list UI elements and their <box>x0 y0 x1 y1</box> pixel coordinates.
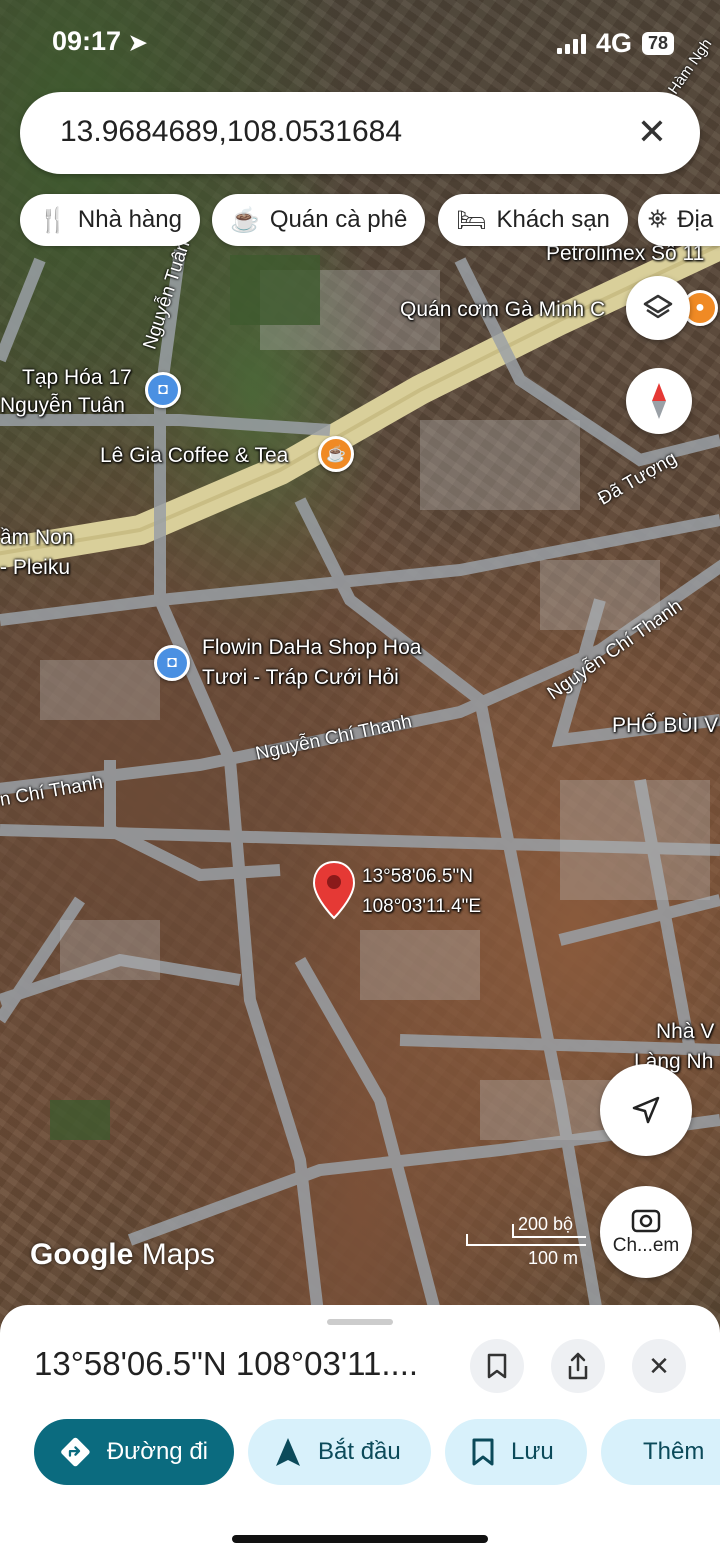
my-location-button[interactable] <box>600 1064 692 1156</box>
directions-label: Đường đi <box>106 1438 208 1465</box>
chip-hotels[interactable]: 🛏 Khách sạn <box>438 194 628 246</box>
place-title: 13°58'06.5"N 108°03'11.... <box>34 1345 419 1382</box>
layers-icon <box>643 294 673 319</box>
status-bar: 09:17 ➤ 4G 78 <box>0 0 720 80</box>
close-icon[interactable]: ✕ <box>630 110 674 154</box>
home-indicator[interactable] <box>232 1535 488 1543</box>
chip-restaurants[interactable]: 🍴 Nhà hàng <box>20 194 200 246</box>
cellular-signal-icon <box>556 33 586 54</box>
network-type: 4G <box>595 28 632 58</box>
compass-button[interactable] <box>626 368 692 434</box>
chip-label: Địa <box>677 206 714 233</box>
map-label-tap-hoa-1[interactable]: Tạp Hóa 17 <box>22 366 132 390</box>
directions-button[interactable]: Đường đi <box>34 1419 234 1485</box>
close-sheet-button[interactable]: ✕ <box>632 1339 686 1393</box>
google-maps-logo: Google Maps <box>30 1238 216 1271</box>
start-button[interactable]: Bắt đầu <box>248 1419 431 1485</box>
layers-button[interactable] <box>626 276 690 340</box>
pin-longitude-label: 108°03'11.4"E <box>362 896 482 917</box>
map-label-quan-com[interactable]: Quán cơm Gà Minh C <box>400 298 605 322</box>
map-label-tap-hoa-2[interactable]: Nguyễn Tuân <box>0 394 125 418</box>
map-label-flowin-2[interactable]: Tươi - Tráp Cưới Hỏi <box>202 666 399 690</box>
share-button[interactable] <box>551 1339 605 1393</box>
map-label-nha-v-1[interactable]: Nhà V <box>656 1020 714 1044</box>
camera-lens-icon <box>631 1209 661 1233</box>
map-label-mam-non-2[interactable]: - Pleiku <box>0 556 70 580</box>
chip-label: Quán cà phê <box>269 206 408 233</box>
shopping-bag-icon[interactable]: ◘ <box>154 645 190 681</box>
status-time: 09:17 ➤ <box>52 26 148 56</box>
bookmark-icon <box>487 1353 507 1379</box>
start-label: Bắt đầu <box>318 1438 401 1465</box>
map-label-pho-bui[interactable]: PHỐ BÙI V <box>612 714 718 738</box>
dropped-pin-icon[interactable] <box>312 860 356 922</box>
fork-knife-icon: 🍴 <box>38 206 68 234</box>
sheet-drag-handle[interactable] <box>327 1319 393 1325</box>
location-arrow-icon: ➤ <box>128 30 148 55</box>
place-bottom-sheet[interactable]: 13°58'06.5"N 108°03'11.... ✕ Đường đi Bắ… <box>0 1305 720 1557</box>
navigation-arrow-icon <box>276 1438 300 1466</box>
map-label-mam-non-1[interactable]: ầm Non <box>0 526 74 550</box>
lens-label: Ch...em <box>612 1235 680 1256</box>
shopping-bag-icon[interactable]: ◘ <box>145 372 181 408</box>
chip-attractions[interactable]: ⛯ Địa <box>638 194 720 246</box>
bed-icon: 🛏 <box>456 206 487 234</box>
battery-icon: 78 <box>641 32 674 55</box>
status-indicators: 4G 78 <box>556 28 674 59</box>
map-scale: 200 bộ 100 m <box>466 1214 586 1270</box>
scale-meters: 100 m <box>528 1248 579 1268</box>
coffee-cup-icon[interactable]: ☕ <box>318 436 354 472</box>
chip-label: Khách sạn <box>496 206 610 233</box>
navigation-arrow-icon <box>632 1096 660 1124</box>
save-action-button[interactable]: Lưu <box>445 1419 587 1485</box>
map-label-le-gia[interactable]: Lê Gia Coffee & Tea <box>100 444 288 468</box>
compass-icon <box>652 383 666 419</box>
close-icon: ✕ <box>648 1350 670 1381</box>
lens-button[interactable]: Ch...em <box>600 1186 692 1278</box>
landmark-icon: ⛯ <box>648 206 668 233</box>
directions-icon <box>61 1437 90 1467</box>
save-label: Lưu <box>511 1438 554 1465</box>
chip-label: Nhà hàng <box>77 206 182 233</box>
share-icon <box>568 1352 588 1380</box>
more-button[interactable]: Thêm <box>601 1419 720 1485</box>
search-input[interactable]: 13.9684689,108.0531684 <box>60 115 402 149</box>
save-button[interactable] <box>470 1339 524 1393</box>
bookmark-icon <box>472 1438 494 1466</box>
map-label-flowin-1[interactable]: Flowin DaHa Shop Hoa <box>202 636 421 660</box>
chip-cafes[interactable]: ☕ Quán cà phê <box>212 194 426 246</box>
search-bar[interactable]: 13.9684689,108.0531684 ✕ <box>20 92 700 174</box>
pin-latitude-label: 13°58'06.5"N <box>362 866 473 887</box>
coffee-cup-icon: ☕ <box>230 206 260 234</box>
more-label: Thêm <box>643 1438 705 1465</box>
scale-feet: 200 bộ <box>518 1214 574 1234</box>
